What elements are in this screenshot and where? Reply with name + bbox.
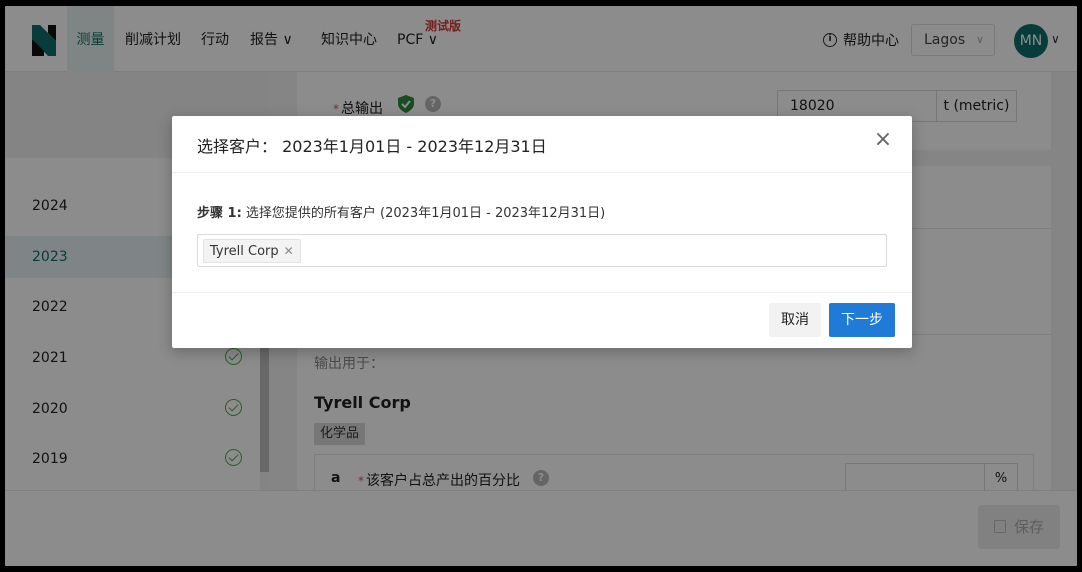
- step-instruction: 步骤 1: 选择您提供的所有客户 (2023年1月01日 - 2023年12月3…: [197, 206, 606, 221]
- dialog-header: 选择客户： 2023年1月01日 - 2023年12月31日 ×: [172, 116, 912, 173]
- next-step-button[interactable]: 下一步: [829, 303, 895, 337]
- select-customer-dialog: 选择客户： 2023年1月01日 - 2023年12月31日 × 步骤 1: 选…: [172, 116, 912, 348]
- remove-chip-icon[interactable]: ✕: [284, 244, 294, 258]
- dialog-title: 选择客户： 2023年1月01日 - 2023年12月31日: [197, 137, 547, 156]
- close-icon[interactable]: ×: [872, 129, 894, 152]
- customer-multiselect[interactable]: Tyrell Corp ✕: [197, 234, 887, 267]
- cancel-button[interactable]: 取消: [769, 303, 821, 337]
- selected-customer-chip: Tyrell Corp ✕: [203, 239, 301, 263]
- chip-label: Tyrell Corp: [210, 244, 279, 259]
- app-window: 测量 削减计划 行动 报告 ∨ 知识中心 PCF ∨ 测试版 i 帮助中心 La…: [5, 6, 1077, 566]
